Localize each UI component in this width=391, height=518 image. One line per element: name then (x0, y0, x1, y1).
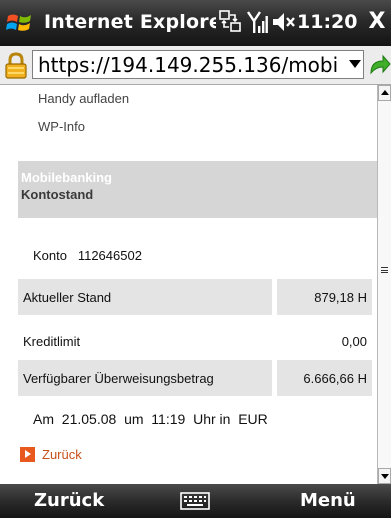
back-arrow-icon[interactable] (20, 447, 35, 462)
credit-limit-value: 0,00 (341, 334, 367, 349)
softkey-bar: Zurück Menü (0, 484, 391, 518)
data-connection-icon[interactable] (219, 9, 241, 33)
url-field[interactable]: https://194.149.255.136/mobile (32, 50, 364, 79)
url-text[interactable]: https://194.149.255.136/mobile (38, 53, 338, 77)
timestamp-line: Am 21.05.08 um 11:19 Uhr in EUR (33, 411, 268, 427)
page-title: Kontostand (21, 187, 94, 202)
time-value: 11:19 (151, 411, 186, 427)
section-supertitle: Mobilebanking (21, 170, 112, 185)
page-content: Handy aufladen WP-Info Mobilebanking Kon… (0, 85, 377, 484)
softkey-back-button[interactable]: Zurück (34, 490, 104, 511)
keyboard-icon[interactable] (180, 491, 210, 511)
scroll-grip-icon (381, 267, 388, 273)
account-line: Konto 112646502 (33, 248, 142, 263)
date-prefix: Am (33, 411, 54, 427)
signal-strength-icon[interactable] (246, 9, 268, 35)
windows-logo-icon[interactable] (5, 7, 35, 37)
account-label: Konto (33, 248, 67, 263)
url-dropdown-arrow-icon[interactable] (349, 60, 361, 68)
credit-limit-label: Kreditlimit (23, 334, 81, 349)
clock[interactable]: 11:20 (297, 11, 357, 33)
current-balance-label: Aktueller Stand (18, 279, 272, 315)
scroll-down-arrow-icon[interactable] (378, 468, 391, 484)
go-arrow-icon[interactable] (367, 53, 391, 77)
date-value: 21.05.08 (61, 411, 117, 427)
section-header: Mobilebanking Kontostand (18, 161, 377, 218)
link-handy-aufladen[interactable]: Handy aufladen (38, 91, 129, 106)
scroll-thumb[interactable] (378, 101, 391, 468)
title-bar: Internet Explorer 11:20 X (0, 0, 391, 46)
back-link[interactable]: Zurück (42, 447, 82, 462)
vertical-scrollbar[interactable] (377, 85, 391, 484)
available-transfer-value: 6.666,66 H (277, 360, 372, 396)
softkey-menu-button[interactable]: Menü (300, 490, 356, 511)
lock-icon[interactable] (3, 52, 29, 80)
scroll-up-arrow-icon[interactable] (378, 85, 391, 101)
date-suffix: Uhr in (193, 411, 231, 427)
link-wp-info[interactable]: WP-Info (38, 119, 85, 134)
currency: EUR (238, 411, 268, 427)
account-number: 112646502 (77, 248, 142, 263)
address-bar: https://194.149.255.136/mobile (0, 46, 391, 85)
available-transfer-label: Verfügbarer Überweisungsbetrag (18, 360, 272, 396)
current-balance-value: 879,18 H (277, 279, 372, 315)
date-mid: um (124, 411, 144, 427)
speaker-muted-icon[interactable] (271, 9, 297, 35)
app-title: Internet Explorer (44, 11, 216, 33)
close-button[interactable]: X (365, 8, 389, 36)
